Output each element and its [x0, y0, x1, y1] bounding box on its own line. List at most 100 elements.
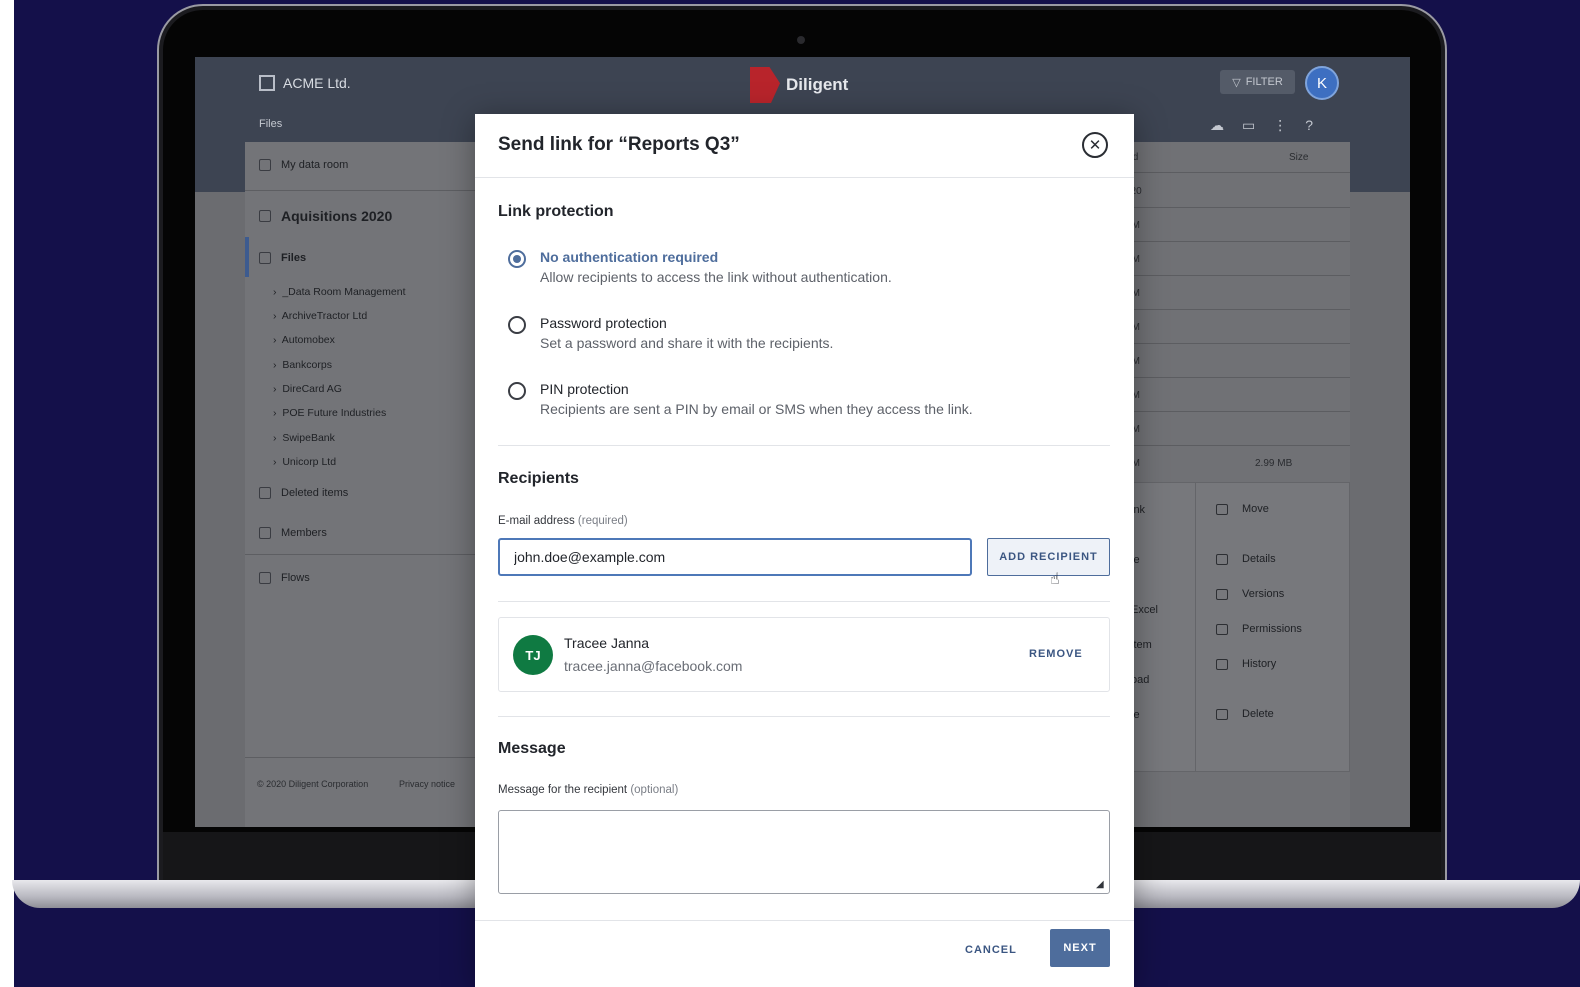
- radio-pin[interactable]: PIN protection Recipients are sent a PIN…: [508, 381, 973, 417]
- folder-item[interactable]: › ArchiveTractor Ltd: [273, 310, 367, 322]
- context-menu: ink le Excel item oad ie Move Details Ve…: [1125, 482, 1350, 772]
- more-icon[interactable]: ⋮: [1273, 117, 1287, 134]
- radio-label: No authentication required: [540, 249, 719, 265]
- dialog-title: Send link for “Reports Q3”: [498, 134, 740, 155]
- message-heading: Message: [498, 740, 566, 757]
- add-recipient-button[interactable]: ADD RECIPIENT: [987, 538, 1110, 576]
- sidebar-item-label: Flows: [281, 572, 310, 584]
- folder-item[interactable]: › Unicorp Ltd: [273, 456, 336, 468]
- cube-icon: [259, 159, 271, 171]
- upload-icon[interactable]: ☁: [1210, 117, 1224, 134]
- sidebar-item-label: Aquisitions 2020: [281, 208, 393, 224]
- laptop-camera: [797, 36, 805, 44]
- message-textarea[interactable]: [498, 810, 1110, 894]
- close-button[interactable]: ✕: [1082, 132, 1108, 158]
- sidebar-item-files[interactable]: Files: [259, 252, 306, 264]
- active-indicator: [245, 237, 249, 277]
- radio-button[interactable]: [508, 382, 526, 400]
- menu-item[interactable]: item: [1131, 639, 1152, 651]
- folder-item[interactable]: › DireCard AG: [273, 383, 342, 395]
- brand-logo: Diligent: [750, 67, 848, 103]
- recipient-name: Tracee Janna: [564, 635, 650, 651]
- folder-item[interactable]: › SwipeBank: [273, 432, 335, 444]
- menu-item-versions[interactable]: Versions: [1216, 588, 1284, 600]
- row-divider: [1125, 343, 1350, 344]
- next-button[interactable]: NEXT: [1050, 929, 1110, 967]
- radio-description: Recipients are sent a PIN by email or SM…: [540, 401, 973, 417]
- diligent-logo-icon: [750, 67, 780, 103]
- close-icon: ✕: [1088, 136, 1102, 154]
- sidebar-item-my-data-room[interactable]: My data room: [259, 159, 348, 171]
- email-input[interactable]: [498, 538, 972, 576]
- row-divider: [1125, 445, 1350, 446]
- remove-recipient-button[interactable]: REMOVE: [1029, 648, 1083, 660]
- folder-label: POE Future Industries: [282, 407, 387, 419]
- filter-button[interactable]: ▽ FILTER: [1220, 70, 1295, 94]
- folder-item[interactable]: › Bankcorps: [273, 359, 332, 371]
- radio-no-auth[interactable]: No authentication required Allow recipie…: [508, 249, 892, 285]
- link-protection-heading: Link protection: [498, 203, 614, 220]
- radio-button[interactable]: [508, 316, 526, 334]
- history-icon: [1216, 658, 1228, 670]
- row-divider: [1125, 207, 1350, 208]
- divider: [245, 190, 475, 191]
- avatar: TJ: [513, 635, 553, 675]
- radio-description: Allow recipients to access the link with…: [540, 269, 892, 285]
- menu-item-history[interactable]: History: [1216, 658, 1276, 670]
- sidebar-item-members[interactable]: Members: [259, 527, 327, 539]
- radio-password[interactable]: Password protection Set a password and s…: [508, 315, 833, 351]
- folder-label: Bankcorps: [282, 359, 332, 371]
- sidebar: My data room Aquisitions 2020 Files › _D…: [245, 142, 475, 827]
- info-icon: [1216, 553, 1228, 565]
- filter-label: FILTER: [1245, 76, 1283, 88]
- column-header-size[interactable]: Size: [1289, 152, 1308, 163]
- menu-item-move[interactable]: Move: [1216, 503, 1269, 515]
- sidebar-item-deleted[interactable]: Deleted items: [259, 487, 348, 499]
- hand-cursor-icon: ☝: [1050, 571, 1060, 588]
- sidebar-item-label: Files: [281, 252, 307, 264]
- row-divider: [1125, 309, 1350, 310]
- cubes-icon: [259, 210, 271, 222]
- sidebar-item-project[interactable]: Aquisitions 2020: [259, 208, 392, 224]
- filter-icon: ▽: [1232, 76, 1241, 89]
- sidebar-item-label: My data room: [281, 159, 349, 171]
- recipient-item: TJ Tracee Janna tracee.janna@facebook.co…: [498, 617, 1110, 692]
- folder-label: Unicorp Ltd: [282, 456, 337, 468]
- folder-item[interactable]: › Automobex: [273, 334, 335, 346]
- menu-item-details[interactable]: Details: [1216, 553, 1276, 565]
- resize-handle-icon[interactable]: ◢: [1096, 880, 1106, 890]
- copyright-text: © 2020 Diligent Corporation: [257, 779, 369, 789]
- sidebar-item-flows[interactable]: Flows: [259, 572, 310, 584]
- user-avatar[interactable]: K: [1305, 66, 1339, 100]
- folder-item[interactable]: › _Data Room Management: [273, 286, 406, 298]
- folder-label: _Data Room Management: [282, 286, 406, 298]
- dialog-header: Send link for “Reports Q3” ✕: [475, 114, 1134, 178]
- folder-item[interactable]: › POE Future Industries: [273, 407, 386, 419]
- brand-name: Diligent: [786, 75, 849, 94]
- menu-item-permissions[interactable]: Permissions: [1216, 623, 1302, 635]
- menu-item[interactable]: Excel: [1131, 604, 1158, 616]
- menu-item-label: Permissions: [1242, 623, 1302, 635]
- menu-item-label: Delete: [1242, 708, 1274, 720]
- divider: [498, 716, 1110, 717]
- row-divider: [1125, 275, 1350, 276]
- org-switcher[interactable]: ACME Ltd.: [259, 75, 351, 91]
- trash-icon: [259, 487, 271, 499]
- menu-item-label: Details: [1242, 553, 1276, 565]
- menu-item-delete[interactable]: Delete: [1216, 708, 1274, 720]
- divider: [245, 757, 475, 758]
- row-divider: [1125, 377, 1350, 378]
- sidebar-item-label: Members: [281, 527, 327, 539]
- versions-icon: [1216, 588, 1228, 600]
- divider: [245, 554, 475, 555]
- new-folder-icon[interactable]: ▭: [1242, 117, 1255, 134]
- row-divider: [1125, 241, 1350, 242]
- radio-description: Set a password and share it with the rec…: [540, 335, 834, 351]
- help-icon[interactable]: ?: [1305, 117, 1313, 134]
- recipient-email: tracee.janna@facebook.com: [564, 658, 743, 674]
- radio-button[interactable]: [508, 250, 526, 268]
- privacy-link[interactable]: Privacy notice: [399, 779, 455, 789]
- radio-label: PIN protection: [540, 381, 629, 397]
- cancel-button[interactable]: CANCEL: [965, 944, 1017, 956]
- divider: [498, 601, 1110, 602]
